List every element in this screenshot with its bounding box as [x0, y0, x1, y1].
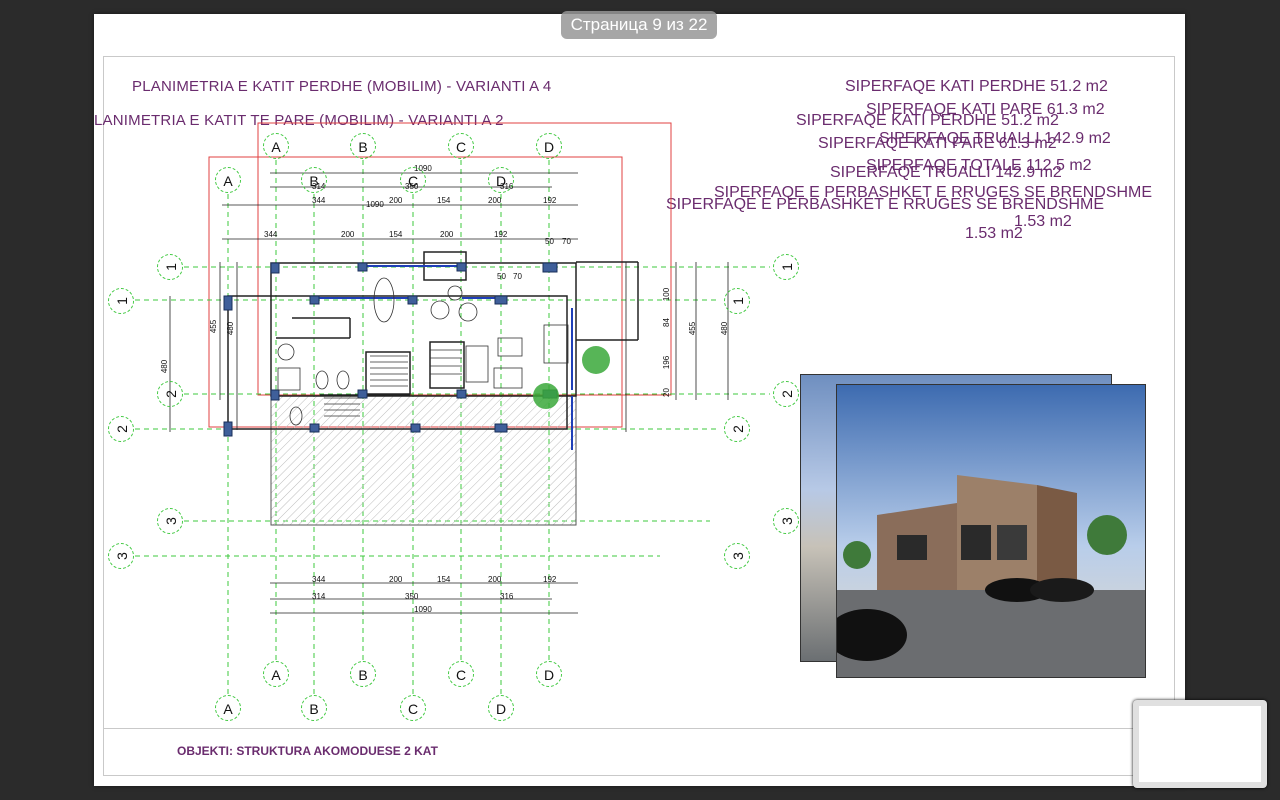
dim-right-3: 196 [662, 355, 672, 370]
grid-bubble-b-top: B [350, 133, 376, 159]
dim-top-c-2: 200 [341, 230, 355, 239]
grid-bubble-2-right: 2 [773, 381, 799, 407]
grid-bubble-a2-bottom: A [215, 695, 241, 721]
grid-bubble-2b-right: 2 [724, 416, 750, 442]
grid-bubble-b2-bottom: B [301, 695, 327, 721]
dim-bottom-total: 1090 [414, 605, 432, 614]
dim-top-total-2: 1090 [366, 200, 384, 209]
dim-small-3: 50 [497, 272, 506, 281]
dim-small-2: 70 [562, 237, 571, 246]
dim-bottom-b-3: 316 [500, 592, 514, 601]
dim-bottom-a-5: 192 [543, 575, 557, 584]
dim-bottom-a-3: 154 [437, 575, 451, 584]
grid-bubble-d-bottom: D [536, 661, 562, 687]
dim-top-c-5: 192 [494, 230, 508, 239]
dim-right-5: 455 [688, 321, 698, 336]
grid-bubble-2b-left: 2 [108, 416, 134, 442]
dim-top-b-2: 200 [389, 196, 403, 205]
dim-top-c-3: 154 [389, 230, 403, 239]
grid-bubble-3b-right: 3 [724, 543, 750, 569]
dim-bottom-a-2: 200 [389, 575, 403, 584]
dim-right-4: 20 [661, 388, 671, 397]
grid-bubble-1-right: 1 [773, 254, 799, 280]
dim-bottom-a-1: 344 [312, 575, 326, 584]
dim-top-b-4: 200 [488, 196, 502, 205]
thumbnail-preview [1139, 706, 1261, 782]
grid-bubble-c-bottom: C [448, 661, 474, 687]
grid-bubble-b2-top: B [301, 167, 327, 193]
hatched-yard [270, 395, 577, 526]
grid-bubble-b-bottom: B [350, 661, 376, 687]
dim-left-3: 480 [226, 321, 236, 336]
dimension-lines [169, 172, 729, 614]
grid-bubble-a-bottom: A [263, 661, 289, 687]
dim-bottom-a-4: 200 [488, 575, 502, 584]
grid-bubble-3-right: 3 [773, 508, 799, 534]
dim-top-b-1: 344 [312, 196, 326, 205]
grid-bubble-c2-bottom: C [400, 695, 426, 721]
dim-small-1: 50 [545, 237, 554, 246]
grid-bubble-1-left: 1 [157, 254, 183, 280]
grid-bubble-d2-bottom: D [488, 695, 514, 721]
dim-top-c-1: 344 [264, 230, 278, 239]
grid-bubble-c-top: C [448, 133, 474, 159]
dim-left-1: 480 [160, 359, 170, 374]
render-image-front [836, 384, 1146, 678]
dim-top-c-4: 200 [440, 230, 454, 239]
dim-left-2: 455 [209, 319, 219, 334]
dim-right-2: 84 [661, 318, 671, 327]
page-thumbnail[interactable] [1133, 700, 1267, 788]
grid-bubble-1b-right: 1 [724, 288, 750, 314]
grid-bubble-a2-top: A [215, 167, 241, 193]
grid-bubble-2-left: 2 [157, 381, 183, 407]
dim-small-4: 70 [513, 272, 522, 281]
grid-bubble-d2-top: D [488, 167, 514, 193]
grid-bubble-3b-left: 3 [108, 543, 134, 569]
dim-bottom-b-1: 314 [312, 592, 326, 601]
dim-right-1: 100 [662, 287, 672, 302]
dim-top-b-5: 192 [543, 196, 557, 205]
grid-bubble-1b-left: 1 [108, 288, 134, 314]
dim-right-6: 480 [720, 321, 730, 336]
grid-bubble-c2-top: C [400, 167, 426, 193]
dim-bottom-b-2: 350 [405, 592, 419, 601]
dim-top-b-3: 154 [437, 196, 451, 205]
grid-bubble-d-top: D [536, 133, 562, 159]
page-indicator: Страница 9 из 22 [561, 11, 717, 39]
grid-bubble-3-left: 3 [157, 508, 183, 534]
grid-bubble-a-top: A [263, 133, 289, 159]
